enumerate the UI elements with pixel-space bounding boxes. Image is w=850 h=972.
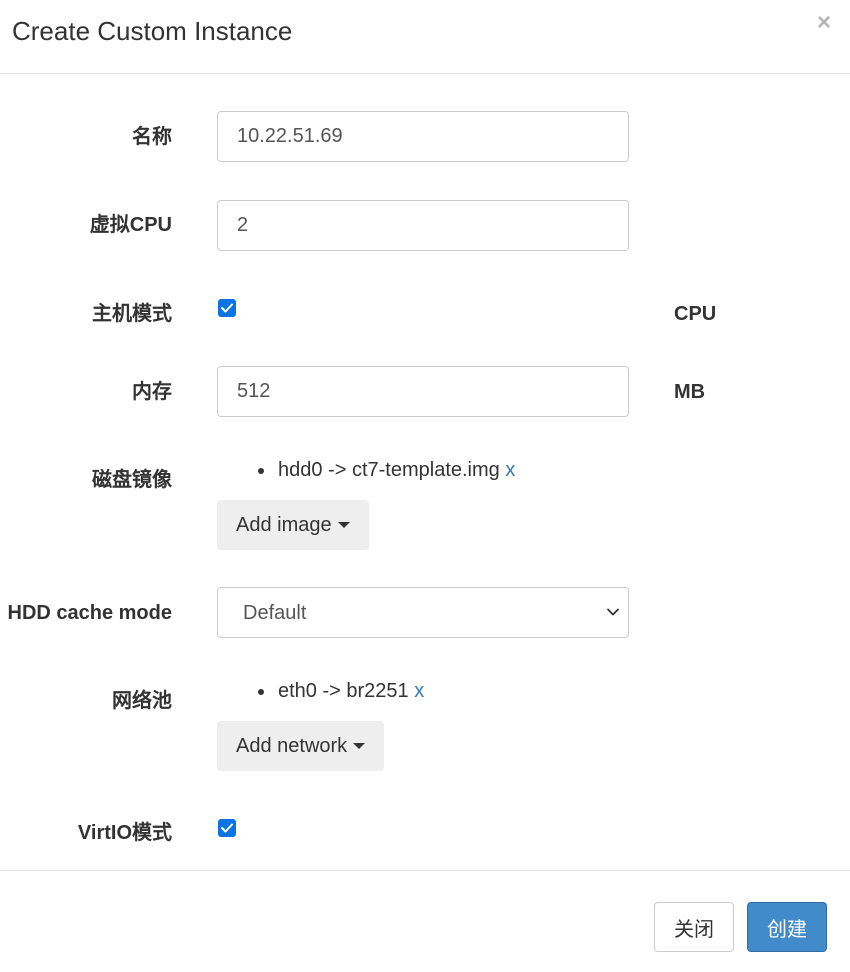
vcpu-label: 虚拟CPU (89, 214, 172, 236)
create-instance-modal: Create Custom Instance × 名称 虚拟CPU 主机模式 C… (0, 0, 850, 972)
host-mode-unit: CPU (674, 303, 717, 325)
add-image-button[interactable]: Add image (217, 500, 369, 550)
host-mode-checkbox[interactable] (218, 299, 236, 317)
memory-label: 内存 (132, 381, 172, 403)
name-label: 名称 (132, 126, 172, 148)
bullet-icon (258, 689, 264, 695)
modal-footer: 关闭 创建 (0, 870, 850, 972)
hdd-cache-mode-value: Default (243, 602, 307, 624)
bullet-icon (258, 468, 264, 474)
network-pool-list: eth0 -> br2251 x (258, 678, 424, 704)
disk-image-label: 磁盘镜像 (92, 469, 172, 491)
remove-network-link[interactable]: x (414, 680, 424, 702)
chevron-down-icon (607, 608, 619, 616)
host-mode-label: 主机模式 (92, 303, 172, 325)
caret-down-icon (353, 743, 366, 749)
checkmark-icon (221, 303, 233, 313)
memory-unit: MB (674, 381, 706, 403)
hdd-cache-mode-label: HDD cache mode (7, 602, 173, 624)
create-button[interactable]: 创建 (747, 902, 827, 952)
disk-image-item-text: hdd0 -> ct7-template.img (278, 459, 500, 481)
caret-down-icon (337, 522, 350, 528)
virtio-mode-checkbox[interactable] (218, 819, 236, 837)
hdd-cache-mode-select[interactable]: Default (217, 587, 629, 638)
list-item: hdd0 -> ct7-template.img x (258, 457, 515, 483)
virtio-mode-label: VirtIO模式 (77, 822, 172, 844)
vcpu-input[interactable] (217, 200, 629, 251)
add-network-button[interactable]: Add network (217, 721, 385, 771)
network-item-text: eth0 -> br2251 (278, 680, 409, 702)
modal-title: Create Custom Instance (12, 16, 293, 46)
disk-image-list: hdd0 -> ct7-template.img x (258, 457, 515, 483)
network-pool-label: 网络池 (112, 690, 172, 712)
modal-header: Create Custom Instance × (0, 0, 850, 74)
checkmark-icon (221, 823, 233, 833)
name-input[interactable] (217, 111, 629, 162)
remove-disk-image-link[interactable]: x (505, 459, 515, 481)
close-button[interactable]: 关闭 (654, 902, 734, 952)
memory-input[interactable] (217, 366, 629, 417)
add-image-label: Add image (236, 513, 332, 536)
list-item: eth0 -> br2251 x (258, 678, 424, 704)
close-icon[interactable]: × (812, 10, 836, 36)
add-network-label: Add network (236, 734, 348, 757)
